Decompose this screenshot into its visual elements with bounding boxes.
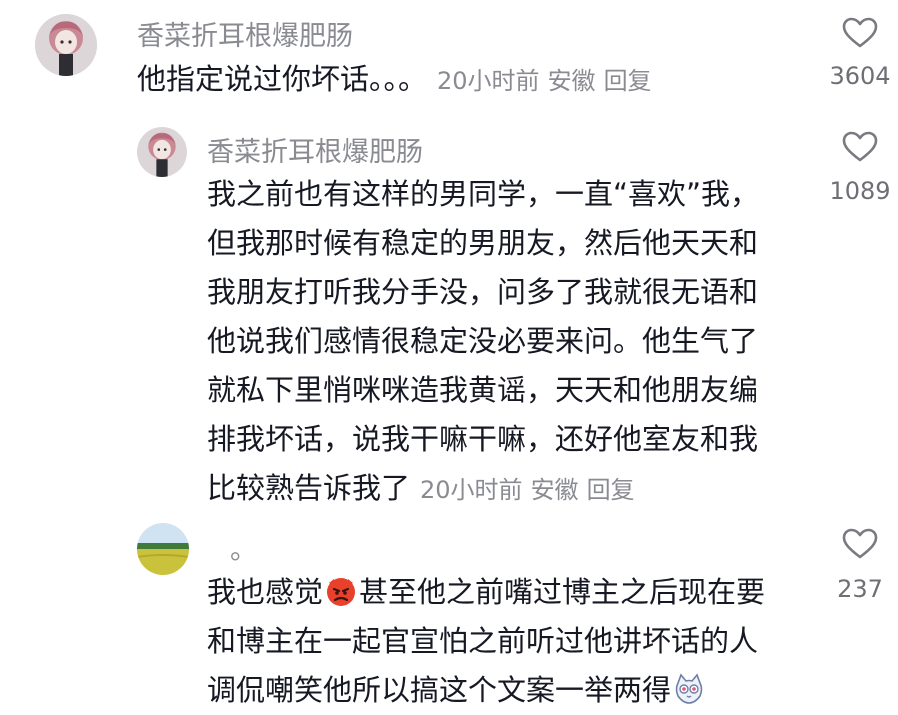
comment-line: 我朋友打听我分手没，问多了我就很无语和 [207,275,759,309]
angry-devil-emoji-icon [325,575,357,607]
user-avatar-3[interactable] [137,523,189,575]
comment-username[interactable]: 。 [230,528,257,567]
comment-line: 我之前也有这样的男同学，一直“喜欢”我， [207,177,760,211]
comment-line: 但我那时候有稳定的男朋友，然后他天天和 [207,226,759,260]
heart-outline-icon[interactable] [842,528,878,560]
anime-girl-avatar-icon [35,14,97,76]
heart-outline-icon[interactable] [842,17,878,49]
comment-location: 安徽 [530,476,579,504]
comment-line: 和博主在一起官宣怕之前听过他讲坏话的人 [207,624,759,658]
like-count: 237 [837,575,883,603]
like-count: 1089 [829,177,891,205]
comment-meta: 20小时前 安徽 回复 [437,67,660,95]
anime-girl-avatar-icon [137,127,187,177]
comment-line: 比较熟告诉我了 [207,471,411,505]
comment-line: 他指定说过你坏话。。。 [137,62,428,96]
reply-button[interactable]: 回复 [587,476,635,504]
cat-face-emoji-icon [673,673,705,705]
comment-time: 20小时前 [420,476,523,504]
comment-username[interactable]: 香菜折耳根爆肥肠 [207,130,423,169]
comment-line: 排我坏话，说我干嘛干嘛，还好他室友和我 [207,422,759,456]
comment-meta: 20小时前 安徽 回复 [420,476,643,504]
user-avatar-1[interactable] [35,14,97,76]
comment-time: 20小时前 [437,67,540,95]
comment-username[interactable]: 香菜折耳根爆肥肠 [137,14,353,53]
comment-text: 我也感觉 甚至他之前嘴过博主之后现在要 和博主在一起官宣怕之前听过他讲坏话的人 调… [207,568,765,715]
comment-text: 他指定说过你坏话。。。 20小时前 安徽 回复 [137,55,660,106]
field-landscape-avatar-icon [137,523,189,575]
comment-line: 他说我们感情很稳定没必要来问。他生气了 [207,324,759,358]
user-avatar-2[interactable] [137,127,187,177]
comment-line: 调侃嘲笑他所以搞这个文案一举两得 [207,673,672,707]
like-count: 3604 [829,62,891,90]
comment-line: 我也感觉 [207,575,324,609]
reply-button[interactable]: 回复 [604,67,652,95]
comment-text: 我之前也有这样的男同学，一直“喜欢”我， 但我那时候有稳定的男朋友，然后他天天和… [207,170,759,515]
comment-line: 甚至他之前嘴过博主之后现在要 [359,575,766,609]
heart-outline-icon[interactable] [842,131,878,163]
comment-location: 安徽 [547,67,596,95]
comment-line: 就私下里悄咪咪造我黄谣，天天和他朋友编 [207,373,759,407]
